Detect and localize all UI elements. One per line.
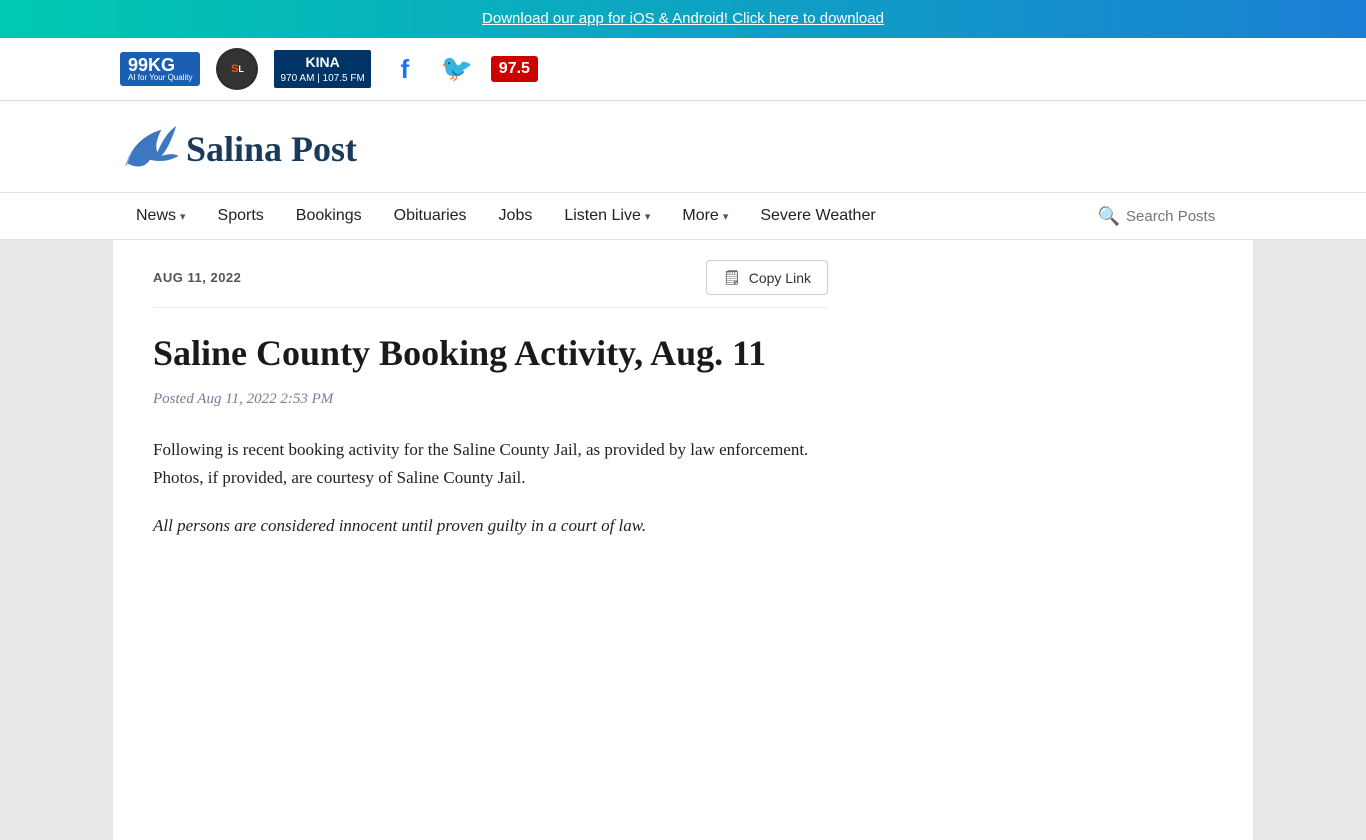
nav-item-severe-weather[interactable]: Severe Weather: [744, 193, 891, 239]
nav-bar: News ▾ Sports Bookings Obituaries Jobs L…: [0, 192, 1366, 240]
nav-item-jobs[interactable]: Jobs: [483, 193, 549, 239]
article-body: Following is recent booking activity for…: [153, 436, 828, 540]
site-bird-icon: [120, 121, 180, 176]
search-area: 🔍: [1098, 198, 1246, 235]
article-area: AUG 11, 2022 🗒 Copy Link Saline County B…: [113, 240, 868, 540]
logo-kina[interactable]: KINA 970 AM | 107.5 FM: [274, 50, 370, 87]
app-download-link[interactable]: Download our app for iOS & Android! Clic…: [482, 10, 884, 27]
chevron-down-icon: ▾: [723, 210, 729, 223]
article-title: Saline County Booking Activity, Aug. 11: [153, 332, 828, 375]
facebook-logo[interactable]: f: [387, 51, 423, 87]
nav-item-news[interactable]: News ▾: [120, 193, 202, 239]
logo-99kg[interactable]: 99KG AI for Your Quality: [120, 52, 200, 86]
sidebar: [868, 240, 1168, 560]
chevron-down-icon: ▾: [180, 210, 186, 223]
nav-item-listen-live[interactable]: Listen Live ▾: [548, 193, 666, 239]
top-banner: Download our app for iOS & Android! Clic…: [0, 0, 1366, 38]
copy-link-button[interactable]: 🗒 Copy Link: [706, 260, 828, 295]
logo-975[interactable]: 97.5: [491, 56, 538, 82]
article-paragraph-2: All persons are considered innocent unti…: [153, 512, 828, 540]
article-meta: AUG 11, 2022 🗒 Copy Link: [153, 240, 828, 308]
twitter-logo[interactable]: 🐦: [439, 51, 475, 87]
site-logo[interactable]: Salina Post: [120, 121, 357, 176]
site-header: Salina Post: [0, 101, 1366, 192]
logo-circle[interactable]: SL: [216, 48, 258, 90]
site-title: Salina Post: [186, 128, 357, 170]
search-input[interactable]: [1126, 208, 1246, 225]
main-wrapper: AUG 11, 2022 🗒 Copy Link Saline County B…: [113, 240, 1253, 840]
search-icon[interactable]: 🔍: [1098, 206, 1120, 227]
article-column: AUG 11, 2022 🗒 Copy Link Saline County B…: [113, 240, 868, 560]
chevron-down-icon: ▾: [645, 210, 651, 223]
nav-item-more[interactable]: More ▾: [666, 193, 744, 239]
copy-icon: 🗒: [723, 269, 741, 286]
article-date: AUG 11, 2022: [153, 270, 241, 285]
nav-item-sports[interactable]: Sports: [202, 193, 280, 239]
nav-item-obituaries[interactable]: Obituaries: [378, 193, 483, 239]
logo-bar: 99KG AI for Your Quality SL KINA 970 AM …: [0, 38, 1366, 101]
nav-item-bookings[interactable]: Bookings: [280, 193, 378, 239]
article-paragraph-1: Following is recent booking activity for…: [153, 436, 828, 492]
article-posted-date: Posted Aug 11, 2022 2:53 PM: [153, 391, 828, 408]
